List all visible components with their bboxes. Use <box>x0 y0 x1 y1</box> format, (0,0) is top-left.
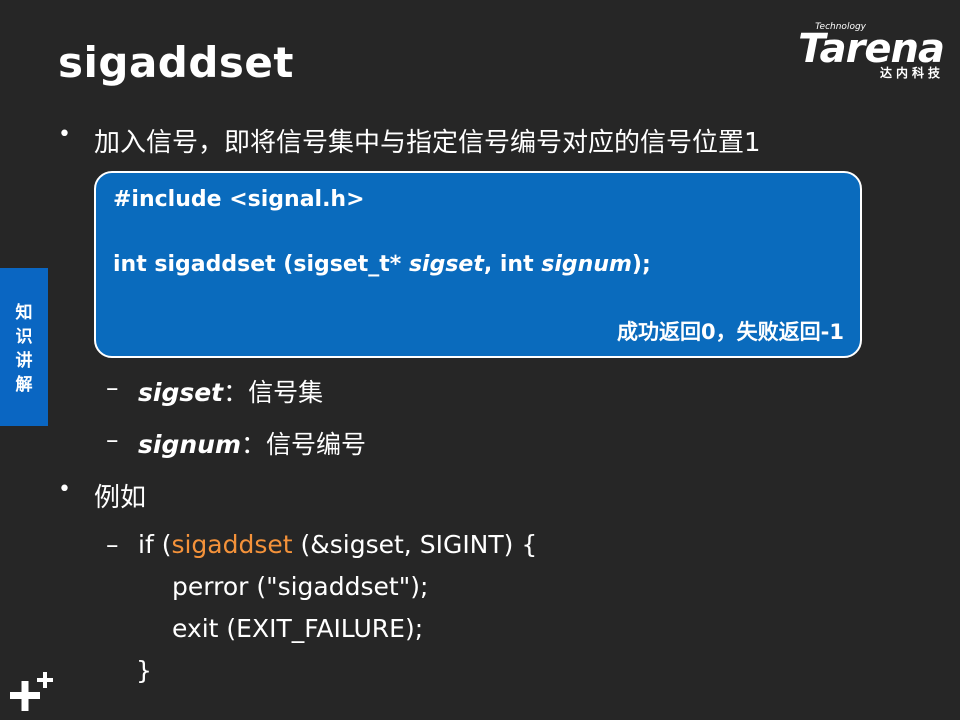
prototype-suffix: ); <box>631 252 651 277</box>
logo-chinese-name: 达内科技 <box>879 66 944 80</box>
param-desc: ：信号集 <box>223 378 324 407</box>
prototype-mid: , int <box>483 252 542 277</box>
code-if: if ( <box>138 530 172 559</box>
param-label: signum：信号编号 <box>138 425 366 461</box>
prototype-line: int sigaddset (sigset_t* sigset, int sig… <box>113 252 651 277</box>
dash-marker: – <box>106 373 119 402</box>
side-tab-char: 讲 <box>15 351 33 371</box>
plus-decoration-icon <box>10 672 53 711</box>
prototype-prefix: int sigaddset (sigset_t* <box>113 252 409 277</box>
bullet-text: 例如 <box>94 483 147 513</box>
param-label: sigset：信号集 <box>138 373 323 409</box>
dash-marker: – <box>106 425 119 454</box>
example-code-line-2: perror ("sigaddset"); <box>172 572 429 601</box>
example-code-line-4: } <box>136 656 152 685</box>
include-line: #include <signal.h> <box>113 187 365 212</box>
side-tab-char: 识 <box>15 327 33 347</box>
function-signature-box: #include <signal.h> int sigaddset (sigse… <box>94 171 862 358</box>
code-text: if (sigaddset (&sigset, SIGINT) { <box>138 530 537 559</box>
bullet-text: 加入信号，即将信号集中与指定信号编号对应的信号位置1 <box>94 128 761 158</box>
bullet-marker: • <box>58 122 71 147</box>
param-sigset: sigset <box>408 252 484 277</box>
param-desc: ：信号编号 <box>241 430 367 459</box>
dash-marker: – <box>106 530 119 559</box>
tarena-logo: Technology Tarena 达内科技 <box>764 22 945 82</box>
param-name: sigset <box>138 378 224 407</box>
slide-title: sigaddset <box>58 38 294 87</box>
return-value-note: 成功返回0，失败返回-1 <box>617 320 844 344</box>
bullet-item-description: • 加入信号，即将信号集中与指定信号编号对应的信号位置1 <box>58 122 761 159</box>
code-args: (&sigset, SIGINT) { <box>292 530 538 559</box>
param-signum: signum <box>541 252 632 277</box>
bullet-item-example: • 例如 <box>58 477 146 514</box>
side-tab-char: 解 <box>15 375 33 395</box>
knowledge-side-tab: 知 识 讲 解 <box>0 268 48 426</box>
param-name: signum <box>138 430 241 459</box>
code-function-name: sigaddset <box>171 530 293 559</box>
example-code-line-3: exit (EXIT_FAILURE); <box>172 614 424 643</box>
bullet-marker: • <box>58 477 71 502</box>
side-tab-char: 知 <box>15 303 33 323</box>
